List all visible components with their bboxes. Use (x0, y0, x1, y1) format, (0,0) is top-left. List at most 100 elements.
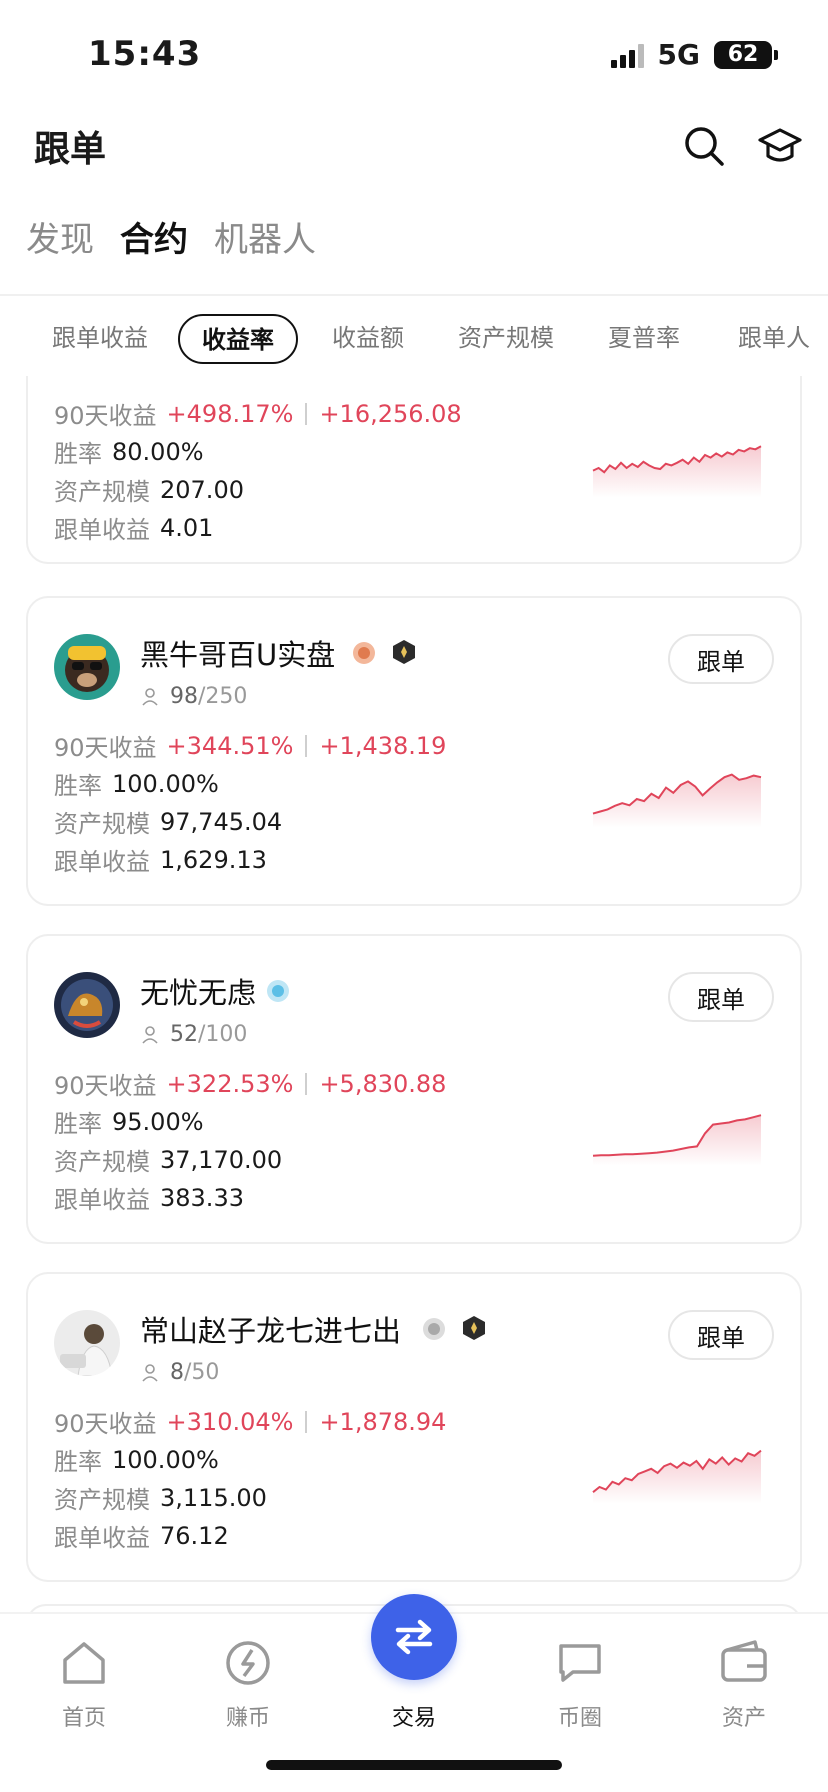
return-90d-amount: +1,438.19 (319, 731, 447, 760)
filter-aum[interactable]: 资产规模 (436, 314, 576, 364)
aum-value: 97,745.04 (160, 807, 283, 836)
win-rate-label: 胜率 (54, 440, 102, 468)
follow-profit-label: 跟单收益 (54, 516, 150, 544)
badges (420, 1314, 488, 1342)
win-rate-value: 80.00% (112, 437, 204, 466)
tab-contract[interactable]: 合约 (120, 212, 188, 261)
wallet-icon (721, 1640, 767, 1682)
tab-discover[interactable]: 发现 (26, 212, 94, 261)
status-indicators: 5G 62 (610, 38, 778, 71)
return-90d-amount: +5,830.88 (319, 1069, 447, 1098)
return-90d-row: 90天收益 +498.17% +16,256.08 (54, 396, 462, 431)
aum-label: 资产规模 (54, 1148, 150, 1176)
follow-profit-value: 383.33 (160, 1183, 244, 1212)
tab-bot[interactable]: 机器人 (214, 212, 316, 261)
nav-feed[interactable]: 币圈 (520, 1636, 640, 1732)
blue-medal-icon (267, 980, 289, 1002)
search-icon[interactable] (680, 122, 728, 170)
follower-count: 98/250 (140, 684, 247, 709)
trader-name: 黑牛哥百U实盘 (140, 638, 336, 672)
nav-earn-label: 赚币 (225, 1706, 270, 1731)
battery-icon: 62 (714, 40, 778, 69)
silver-medal-icon (423, 1318, 445, 1340)
win-rate-row: 胜率 100.00% (54, 766, 219, 801)
return-90d-label: 90天收益 (54, 734, 157, 762)
nav-earn[interactable]: 赚币 (188, 1636, 308, 1732)
return-90d-row: 90天收益 +322.53% +5,830.88 (54, 1066, 446, 1101)
elite-badge-icon (393, 640, 415, 664)
win-rate-value: 100.00% (112, 1445, 219, 1474)
filter-return-rate[interactable]: 收益率 (178, 314, 298, 364)
return-90d-row: 90天收益 +310.04% +1,878.94 (54, 1404, 446, 1439)
home-icon (63, 1642, 105, 1684)
header-divider (0, 294, 828, 296)
filter-sharpe[interactable]: 夏普率 (586, 314, 702, 364)
return-90d-pct: +322.53% (166, 1069, 294, 1098)
feed-icon (559, 1644, 601, 1682)
follow-button[interactable]: 跟单 (668, 1310, 774, 1360)
trader-card[interactable]: 90天收益 +498.17% +16,256.08 胜率 80.00% 资产规模… (26, 376, 802, 564)
trader-name: 常山赵子龙七进七出 (140, 1314, 402, 1348)
avatar (54, 1310, 120, 1376)
follow-button[interactable]: 跟单 (668, 634, 774, 684)
return-90d-label: 90天收益 (54, 1410, 157, 1438)
pnl-sparkline (592, 445, 762, 498)
win-rate-label: 胜率 (54, 772, 102, 800)
trader-name: 无忧无虑 (140, 976, 257, 1010)
return-90d-amount: +16,256.08 (319, 399, 462, 428)
win-rate-value: 95.00% (112, 1107, 204, 1136)
badges (350, 638, 418, 666)
user-icon (142, 687, 158, 706)
follower-max: /250 (198, 684, 248, 709)
win-rate-row: 胜率 80.00% (54, 434, 204, 469)
sparkline-area (593, 1115, 761, 1166)
header: 跟单 (0, 110, 828, 180)
win-rate-row: 胜率 95.00% (54, 1104, 204, 1139)
follower-max: /100 (198, 1022, 248, 1047)
filter-return-amount[interactable]: 收益额 (310, 314, 426, 364)
trader-card[interactable]: 无忧无虑 52/100 跟单 90天收益 +322.53% +5,830.88 … (26, 934, 802, 1244)
follower-count: 8/50 (140, 1360, 219, 1385)
user-icon (142, 1363, 158, 1382)
nav-home[interactable]: 首页 (24, 1636, 144, 1732)
follower-current: 52 (170, 1022, 198, 1047)
elite-badge-icon (463, 1316, 485, 1340)
user-icon (142, 1025, 158, 1044)
trade-button[interactable] (371, 1594, 457, 1680)
return-90d-pct: +310.04% (166, 1407, 294, 1436)
win-rate-label: 胜率 (54, 1448, 102, 1476)
filter-follow-profit[interactable]: 跟单收益 (30, 314, 170, 364)
aum-row: 资产规模 97,745.04 (54, 804, 282, 839)
pnl-sparkline (592, 1449, 762, 1504)
return-90d-row: 90天收益 +344.51% +1,438.19 (54, 728, 446, 763)
follow-button[interactable]: 跟单 (668, 972, 774, 1022)
home-indicator (266, 1760, 562, 1770)
aum-label: 资产规模 (54, 1486, 150, 1514)
sort-filter-bar: 跟单收益 收益率 收益额 资产规模 夏普率 跟单人 (0, 310, 828, 368)
avatar (54, 972, 120, 1038)
filter-followers[interactable]: 跟单人 (716, 314, 828, 364)
win-rate-value: 100.00% (112, 769, 219, 798)
return-90d-amount: +1,878.94 (319, 1407, 447, 1436)
trader-card[interactable]: 黑牛哥百U实盘 98/250 跟单 90天收益 +344.51% +1,438.… (26, 596, 802, 906)
bottom-nav: 首页 赚币 交易 币圈 资产 (0, 1594, 828, 1792)
aum-value: 37,170.00 (160, 1145, 283, 1174)
aum-value: 207.00 (160, 475, 244, 504)
bronze-medal-icon (353, 642, 375, 664)
follower-count: 52/100 (140, 1022, 247, 1047)
trader-card[interactable]: 常山赵子龙七进七出 8/50 跟单 90天收益 +310.04% +1,878.… (26, 1272, 802, 1582)
aum-row: 资产规模 37,170.00 (54, 1142, 282, 1177)
return-90d-pct: +344.51% (166, 731, 294, 760)
aum-value: 3,115.00 (160, 1483, 267, 1512)
follower-max: /50 (184, 1360, 220, 1385)
aum-row: 资产规模 207.00 (54, 472, 244, 507)
nav-assets[interactable]: 资产 (684, 1636, 804, 1732)
return-90d-label: 90天收益 (54, 402, 157, 430)
return-90d-pct: +498.17% (166, 399, 294, 428)
status-bar: 15:43 5G 62 (0, 0, 828, 100)
card-clip: 90天收益 +498.17% +16,256.08 胜率 80.00% 资产规模… (0, 376, 828, 572)
follow-profit-label: 跟单收益 (54, 1524, 150, 1552)
separator (305, 1410, 308, 1433)
graduation-cap-icon[interactable] (756, 122, 804, 170)
avatar (54, 634, 120, 700)
